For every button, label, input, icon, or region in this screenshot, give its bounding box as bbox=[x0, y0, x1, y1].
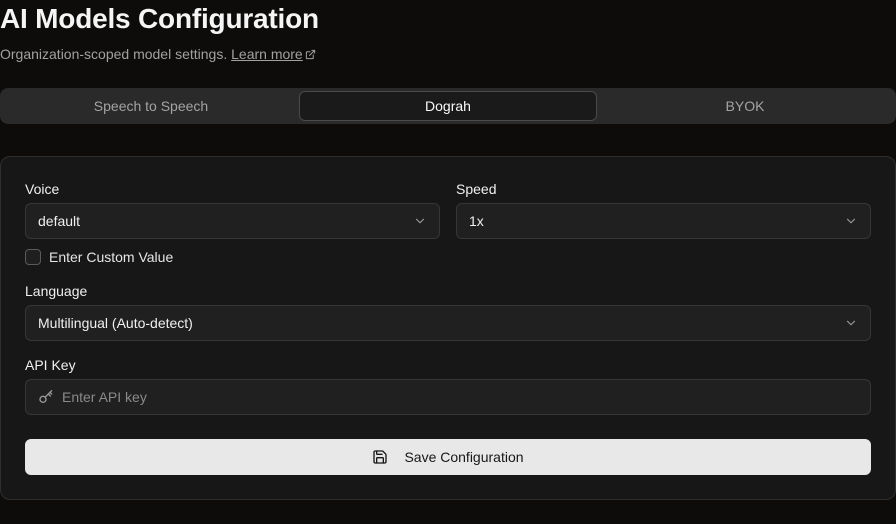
voice-label: Voice bbox=[25, 181, 60, 197]
custom-value-row: Enter Custom Value bbox=[25, 249, 173, 265]
save-button-label: Save Configuration bbox=[404, 449, 524, 465]
chevron-down-icon bbox=[415, 218, 425, 224]
subtitle-text: Organization-scoped model settings. bbox=[0, 46, 228, 62]
custom-value-label[interactable]: Enter Custom Value bbox=[49, 249, 173, 265]
external-link-icon[interactable] bbox=[305, 47, 316, 63]
learn-more-link[interactable]: Learn more bbox=[231, 46, 303, 62]
configuration-card: Voice default Speed 1x Enter Custom Valu… bbox=[0, 156, 896, 500]
model-tabs: Speech to Speech Dograh BYOK bbox=[0, 88, 896, 124]
language-select[interactable]: Multilingual (Auto-detect) bbox=[25, 305, 871, 341]
tab-dograh[interactable]: Dograh bbox=[299, 91, 597, 121]
voice-select[interactable]: default bbox=[25, 203, 440, 239]
chevron-down-icon bbox=[846, 218, 856, 224]
language-label: Language bbox=[25, 283, 88, 299]
speed-select[interactable]: 1x bbox=[456, 203, 871, 239]
tab-byok[interactable]: BYOK bbox=[597, 91, 893, 121]
custom-value-checkbox[interactable] bbox=[25, 249, 41, 265]
speed-label: Speed bbox=[456, 181, 497, 197]
api-key-field[interactable] bbox=[25, 379, 871, 415]
page-title: AI Models Configuration bbox=[0, 3, 319, 34]
speed-value: 1x bbox=[469, 213, 484, 229]
save-icon bbox=[373, 450, 388, 464]
api-key-input[interactable] bbox=[62, 389, 858, 405]
chevron-down-icon bbox=[846, 320, 856, 326]
key-icon bbox=[39, 390, 53, 403]
tab-speech-to-speech[interactable]: Speech to Speech bbox=[3, 91, 299, 121]
page-subtitle: Organization-scoped model settings. Lear… bbox=[0, 46, 316, 63]
api-key-label: API Key bbox=[25, 357, 76, 373]
save-configuration-button[interactable]: Save Configuration bbox=[25, 439, 871, 475]
voice-value: default bbox=[38, 213, 81, 229]
language-value: Multilingual (Auto-detect) bbox=[38, 315, 193, 331]
